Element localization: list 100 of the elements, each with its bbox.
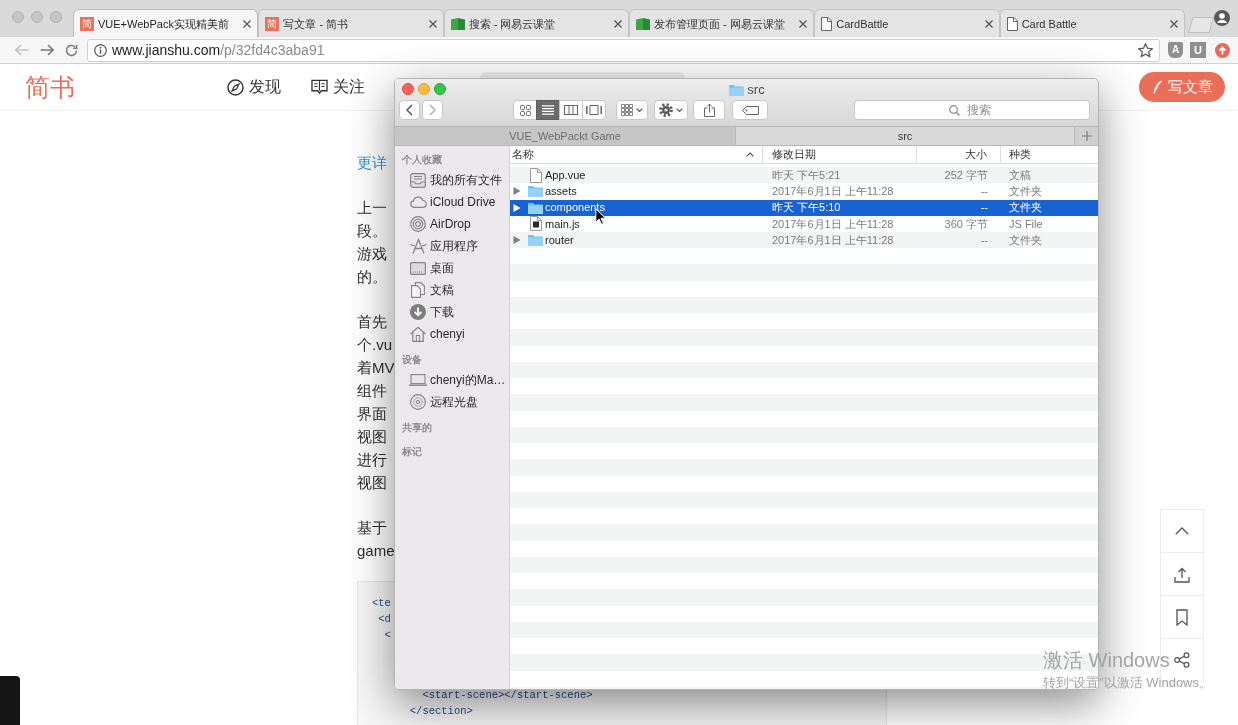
article-text: 的。 [357, 267, 387, 287]
article-text: 进行 [357, 450, 387, 470]
chevron-left-icon [406, 104, 413, 116]
sidebar-item[interactable]: 我的所有文件 [395, 169, 509, 191]
disclosure-triangle-icon[interactable] [513, 187, 521, 196]
close-tab-icon[interactable] [243, 19, 252, 28]
home-icon [410, 326, 426, 342]
article-text: 个.vu [357, 335, 392, 355]
reload-icon[interactable] [65, 43, 78, 57]
file-size: 252 字节 [944, 167, 988, 183]
page-icon [821, 16, 833, 31]
sort-caret-icon[interactable] [746, 152, 754, 157]
info-icon[interactable] [94, 43, 107, 57]
file-kind: 文稿 [1009, 168, 1031, 181]
address-bar[interactable]: www.jianshu.com/p/32fd4c3aba91 [87, 38, 1160, 62]
disclosure-triangle-icon[interactable] [513, 236, 521, 245]
sidebar-item[interactable]: 下载 [395, 301, 509, 323]
article-text: 界面 [357, 404, 387, 424]
sidebar-item[interactable]: chenyi [395, 323, 509, 345]
upload-icon [1174, 565, 1190, 583]
file-name: main.js [545, 216, 580, 232]
sidebar-item[interactable]: chenyi的Ma… [395, 369, 509, 391]
share-icon [703, 103, 715, 117]
sidebar-heading: 设备 [401, 352, 423, 367]
close-tab-icon[interactable] [614, 19, 622, 28]
close-tab-icon[interactable] [984, 19, 993, 28]
nav-link[interactable]: 发现 [227, 77, 281, 97]
gallery-icon [586, 105, 602, 115]
code-line: <d [378, 612, 391, 627]
file-name: assets [545, 184, 577, 200]
sidebar-item[interactable]: 桌面 [395, 257, 509, 279]
upload-button[interactable] [1160, 552, 1204, 596]
close-tab-icon[interactable] [1169, 19, 1178, 28]
close-button[interactable] [402, 83, 414, 95]
article-text: 视图 [357, 427, 387, 447]
edge-panel [0, 676, 20, 725]
column-header[interactable]: 大小 [917, 146, 1001, 163]
column-header[interactable]: 修改日期 [763, 146, 917, 163]
file-kind: 文件夹 [1009, 185, 1042, 198]
file-date: 昨天 下午5:21 [772, 168, 841, 181]
column-header[interactable]: 种类 [1001, 146, 1098, 163]
document-icon [529, 167, 542, 183]
sidebar-item[interactable]: AirDrop [395, 213, 509, 235]
plus-icon [1081, 131, 1092, 141]
sidebar-item[interactable]: 远程光盘 [395, 391, 509, 413]
folder-icon [528, 234, 543, 247]
bookmark-button[interactable] [1160, 595, 1204, 639]
back-button[interactable] [399, 100, 420, 120]
favicon: 简 [80, 16, 94, 31]
open-book-icon [311, 79, 328, 95]
cloud-icon [409, 196, 427, 208]
profile-icon[interactable] [1214, 10, 1230, 26]
tag-icon [741, 105, 759, 115]
close-tab-icon[interactable] [799, 19, 808, 28]
drawer-icon [410, 172, 426, 188]
file-kind: JS File [1009, 217, 1043, 230]
grid-icon [519, 104, 531, 116]
close-tab-icon[interactable] [428, 19, 437, 28]
search-field[interactable] [480, 72, 685, 78]
forward-arrow-icon[interactable] [40, 44, 54, 56]
article-link[interactable]: 更详 [357, 151, 387, 174]
action-button[interactable] [654, 100, 688, 120]
search-field[interactable]: 搜索 [854, 100, 1090, 120]
browser-tab[interactable]: 发布管理页面 - 网易云课堂 [629, 9, 815, 37]
arrange-button[interactable] [616, 100, 648, 120]
file-date: 2017年6月1日 上午11:28 [772, 233, 894, 246]
compass-icon [227, 78, 244, 96]
article-text: 游戏 [357, 244, 387, 264]
sidebar-item[interactable]: 文稿 [395, 279, 509, 301]
browser-tab[interactable]: 搜索 - 网易云课堂 [443, 9, 629, 37]
bookmark-star-icon[interactable] [1138, 42, 1153, 58]
arrow-up-circle-icon[interactable] [1215, 42, 1230, 58]
sidebar-heading: 共享的 [401, 420, 433, 435]
browser-tab[interactable]: 简 写文章 - 简书 [258, 9, 444, 37]
book-icon [450, 17, 465, 30]
sidebar-item[interactable]: 应用程序 [395, 235, 509, 257]
code-line: <start-scene></start-scene> [422, 688, 593, 703]
zoom-button[interactable] [434, 83, 446, 95]
browser-tab[interactable]: CardBattle [814, 9, 1000, 37]
book-icon [636, 17, 650, 30]
browser-tab[interactable]: Card Battle [999, 9, 1185, 37]
nav-link[interactable]: 关注 [311, 77, 365, 97]
file-size: 360 字节 [944, 216, 988, 232]
file-date: 2017年6月1日 上午11:28 [772, 217, 894, 230]
sidebar-heading: 标记 [401, 444, 423, 459]
folder-icon [728, 84, 744, 96]
laptop-icon [409, 374, 427, 386]
browser-tab[interactable]: 简 VUE+WebPack实现精美前 [73, 9, 259, 37]
file-date: 昨天 下午5:10 [772, 201, 841, 214]
sidebar-heading: 个人收藏 [401, 152, 443, 167]
grid-icon [621, 104, 633, 116]
share-button[interactable] [693, 100, 725, 120]
column-header[interactable]: 名称 [510, 146, 763, 163]
disclosure-triangle-icon[interactable] [513, 203, 521, 212]
tag-button[interactable] [732, 100, 768, 120]
finder-tab[interactable]: src [735, 127, 1074, 145]
view-mode-button[interactable] [536, 100, 560, 120]
article-text: game [357, 541, 395, 561]
sidebar-item[interactable]: iCloud Drive [395, 191, 509, 213]
chevron-right-icon [429, 104, 436, 116]
